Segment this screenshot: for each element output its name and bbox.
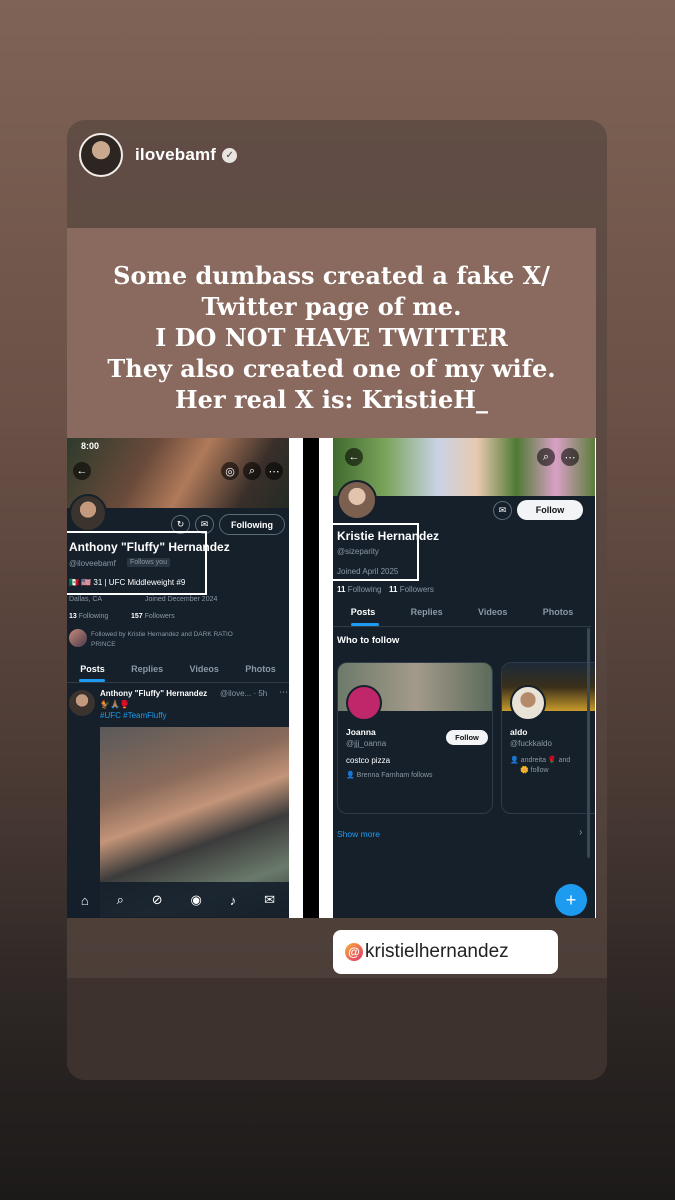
suggestion-name: Joanna [346,727,376,737]
suggestion-follows-line2: 🌼 follow [520,767,549,774]
followers-stat[interactable]: 157 Followers [131,613,175,620]
followed-by-avatars [69,629,87,647]
message-icon[interactable]: ✉ [493,501,512,520]
chevron-right-icon[interactable]: › [579,827,582,838]
followers-label: Followers [144,613,175,620]
post-author: Anthony "Fluffy" Hernandez [100,689,208,698]
fake-profile-screenshot-left: 8:00 ← ◎ ⌕ ⋯ ↻ ✉ Following Anthony "Fluf… [67,438,289,918]
suggestion-name: aldo [510,727,528,737]
post-hashtags[interactable]: #UFC #TeamFluffy [100,711,167,720]
story-username[interactable]: ilovebamf [135,145,216,165]
follow-button[interactable]: Follow [517,500,583,520]
post-avatar[interactable] [69,690,95,716]
suggestion-handle: @jjj_oanna [346,739,387,748]
grok-nav-icon[interactable]: ⊘ [152,892,163,908]
story-header: ilovebamf ✓ [79,132,238,178]
bottom-navigation: ⌂ ⌕ ⊘ ◉ ♪ ✉ [67,882,289,918]
caption-line: I DO NOT HAVE TWITTER [155,323,508,352]
suggestion-handle: @fuckkaldo [510,739,552,748]
followers-stat[interactable]: 11 Followers [389,585,434,594]
home-icon[interactable]: ⌂ [81,893,89,908]
tab-photos[interactable]: Photos [543,607,574,617]
suggestion-follows-text: Brenna Farnham follows [356,772,433,779]
caption-line: Some dumbass created a fake X/ [113,261,550,290]
followed-by-text[interactable]: Followed by Kristie Hernandez and DARK R… [91,631,233,638]
more-icon[interactable]: ⋯ [561,448,579,466]
tab-posts[interactable]: Posts [351,607,376,617]
show-more-link[interactable]: Show more [337,829,380,839]
caption-line: Twitter page of me. [201,292,462,321]
who-to-follow-heading: Who to follow [337,635,400,646]
highlight-box [67,531,207,595]
mention-sticker[interactable]: @ kristielhernandez [333,930,558,974]
messages-icon[interactable]: ✉ [264,892,275,908]
suggestion-follow-button[interactable]: Follow [446,730,488,745]
followed-by-text-2[interactable]: PRINCE [91,641,116,648]
scrollbar[interactable] [587,628,590,858]
following-label: Following [78,613,109,620]
highlight-box [333,523,419,581]
following-label: Following [347,585,382,594]
status-bar-time: 8:00 [81,441,100,451]
divider [333,626,591,627]
profile-avatar[interactable] [79,133,123,177]
followers-count: 157 [131,613,143,620]
followers-count: 11 [389,585,398,594]
tab-replies[interactable]: Replies [411,607,443,617]
suggestion-follows: 👤 Brenna Farnham follows [346,771,433,779]
profile-tabs: Posts Replies Videos Photos [67,664,289,674]
collage-divider [303,438,319,918]
tab-videos[interactable]: Videos [190,664,219,674]
story-card-footer [67,978,607,1080]
suggestion-bio: costco pizza [346,756,391,765]
profile-picture[interactable] [69,494,107,532]
caption-banner: Some dumbass created a fake X/ Twitter p… [67,228,596,438]
tab-posts[interactable]: Posts [80,664,105,674]
post-meta: @ilove... · 5h [220,689,268,698]
verified-badge-icon: ✓ [222,147,238,163]
person-icon: 👤 [346,772,357,779]
suggestion-card[interactable]: aldo @fuckkaldo 👤 andreita 🌹 and 🌼 follo… [501,662,595,814]
story-card: ilovebamf ✓ Some dumbass created a fake … [67,120,607,1080]
tab-videos[interactable]: Videos [478,607,507,617]
following-button[interactable]: Following [219,514,285,535]
caption-text: Some dumbass created a fake X/ Twitter p… [67,260,596,415]
tab-replies[interactable]: Replies [131,664,163,674]
post-more-icon[interactable]: ⋯ [279,687,288,698]
followers-label: Followers [399,585,434,594]
compose-plus-icon[interactable]: + [555,884,587,916]
suggestion-avatar [346,685,382,721]
spaces-icon[interactable]: ◉ [191,892,202,908]
profile-tabs: Posts Replies Videos Photos [333,607,591,617]
search-nav-icon[interactable]: ⌕ [117,892,124,908]
suggestion-follows: 👤 andreita 🌹 and [510,756,570,764]
divider [67,682,289,683]
search-icon[interactable]: ⌕ [537,448,555,466]
caption-line: Her real X is: KristieH_ [175,385,488,414]
mention-username: kristielhernandez [365,941,509,962]
tab-photos[interactable]: Photos [245,664,276,674]
following-stat[interactable]: 11 Following [337,585,382,594]
back-arrow-icon[interactable]: ← [345,448,363,466]
screenshots-collage: 8:00 ← ◎ ⌕ ⋯ ↻ ✉ Following Anthony "Fluf… [67,438,596,918]
profile-location: Dallas, CA [69,596,103,603]
search-icon[interactable]: ⌕ [243,462,261,480]
suggestion-avatar [510,685,546,721]
more-icon[interactable]: ⋯ [265,462,283,480]
following-stat[interactable]: 13 Following [69,613,108,620]
following-count: 11 [337,585,346,594]
grok-icon[interactable]: ◎ [221,462,239,480]
caption-line: They also created one of my wife. [107,354,556,383]
notifications-icon[interactable]: ♪ [230,893,237,908]
profile-joined-date: Joined December 2024 [145,596,218,603]
back-arrow-icon[interactable]: ← [73,462,91,480]
profile-picture[interactable] [337,480,377,520]
following-count: 13 [69,613,77,620]
person-icon: 👤 [510,757,521,764]
fake-profile-screenshot-right: ← ⌕ ⋯ ✉ Follow Kristie Hernandez @sizepa… [333,438,595,918]
post-emojis: 🐓🙏🏽🥊 [100,700,130,709]
suggestion-follows-text: andreita 🌹 and [520,757,571,764]
suggestion-card[interactable]: Joanna @jjj_oanna Follow costco pizza 👤 … [337,662,493,814]
at-sign-icon: @ [345,943,363,961]
